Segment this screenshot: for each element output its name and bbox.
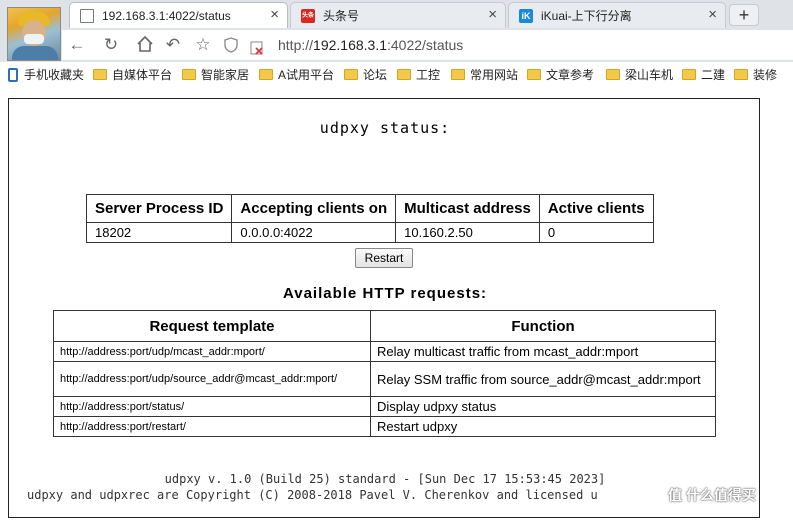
bookmarks-bar: 手机收藏夹 自媒体平台 智能家居 A试用平台 论坛 工控 常用网站 文章参考 梁…	[0, 61, 793, 87]
url-text: http://192.168.3.1:4022/status	[278, 37, 463, 53]
bookmark-label: 手机收藏夹	[24, 68, 85, 82]
restart-button[interactable]: Restart	[355, 248, 413, 268]
template-cell: http://address:port/udp/mcast_addr:mport…	[53, 341, 371, 362]
table-header-row: Request template Function	[53, 310, 716, 342]
tab-title: iKuai-上下行分离	[541, 9, 632, 23]
url-scheme: http://	[278, 37, 314, 53]
tab-ikuai[interactable]: iK iKuai-上下行分离 ×	[508, 2, 726, 28]
function-cell: Display udpxy status	[370, 396, 716, 417]
bookmark-folder[interactable]: A试用平台	[259, 66, 334, 83]
table-header-row: Server Process ID Accepting clients on M…	[85, 194, 654, 223]
watermark: 值 什么值得买	[668, 487, 756, 503]
star-icon[interactable]: ☆	[192, 35, 214, 55]
toutiao-icon: 头条	[301, 8, 315, 23]
shield-icon	[224, 37, 239, 53]
bookmark-folder[interactable]: 文章参考	[527, 66, 594, 83]
url-path: :4022/status	[387, 37, 464, 53]
folder-icon	[451, 69, 465, 80]
bookmark-label: 论坛	[363, 68, 388, 82]
table-row: http://address:port/status/ Display udpx…	[53, 396, 716, 417]
function-cell: Relay SSM traffic from source_addr@mcast…	[370, 361, 716, 397]
header-cell: Multicast address	[395, 194, 540, 223]
folder-icon	[93, 69, 107, 80]
header-cell: Active clients	[538, 194, 654, 223]
back-icon[interactable]: ←	[66, 35, 88, 55]
requests-heading: Available HTTP requests:	[282, 285, 488, 302]
tab-udpxy-status[interactable]: 192.168.3.1:4022/status ×	[69, 2, 288, 28]
bookmark-folder[interactable]: 工控	[397, 66, 440, 83]
bookmark-folder[interactable]: 二建	[682, 66, 725, 83]
bookmark-mobile[interactable]: 手机收藏夹	[8, 66, 84, 83]
header-cell: Request template	[53, 310, 371, 342]
udpxy-status-frame: udpxy status: Server Process ID Acceptin…	[8, 98, 760, 518]
bookmark-label: 二建	[701, 68, 726, 82]
bookmark-label: A试用平台	[278, 68, 335, 82]
avatar-body	[12, 46, 58, 60]
tab-title: 192.168.3.1:4022/status	[102, 8, 231, 23]
template-cell: http://address:port/status/	[53, 396, 371, 417]
folder-icon	[527, 69, 541, 80]
active-clients-cell: 0	[538, 222, 654, 243]
tab-close-icon[interactable]: ×	[708, 7, 717, 23]
folder-icon	[606, 69, 620, 80]
status-table: Server Process ID Accepting clients on M…	[85, 194, 654, 243]
function-cell: Restart udpxy	[370, 416, 716, 437]
function-cell: Relay multicast traffic from mcast_addr:…	[370, 341, 716, 362]
copyright-footer: udpxy and udpxrec are Copyright (C) 2008…	[27, 488, 598, 502]
bookmark-folder[interactable]: 梁山车机	[606, 66, 673, 83]
folder-icon	[259, 69, 273, 80]
header-cell: Server Process ID	[85, 194, 233, 223]
navigation-bar: ← ↻ ↶ ☆ http://192.168.3.1:4022/status	[62, 30, 793, 60]
browser-chrome: 192.168.3.1:4022/status × 头条 头条号 × iK iK…	[0, 0, 793, 87]
multicast-address-cell: 10.160.2.50	[395, 222, 540, 243]
bookmark-label: 工控	[416, 68, 441, 82]
page-icon	[80, 8, 94, 23]
bookmark-label: 装修	[753, 68, 778, 82]
template-cell: http://address:port/restart/	[53, 416, 371, 437]
new-tab-button[interactable]: +	[729, 4, 759, 26]
bookmark-folder[interactable]: 常用网站	[451, 66, 518, 83]
tab-title: 头条号	[323, 9, 360, 23]
bookmark-label: 智能家居	[201, 68, 250, 82]
header-cell: Accepting clients on	[231, 194, 397, 223]
table-row: http://address:port/udp/source_addr@mcas…	[53, 361, 716, 397]
bookmark-folder[interactable]: 装修	[734, 66, 777, 83]
table-row: http://address:port/restart/ Restart udp…	[53, 416, 716, 437]
folder-icon	[182, 69, 196, 80]
bookmark-label: 常用网站	[470, 68, 519, 82]
process-id-cell: 18202	[85, 222, 233, 243]
requests-table: Request template Function http://address…	[53, 310, 716, 437]
version-footer: udpxy v. 1.0 (Build 25) standard - [Sun …	[164, 472, 606, 486]
ikuai-icon: iK	[519, 8, 533, 23]
bookmark-label: 文章参考	[546, 68, 595, 82]
bookmark-folder[interactable]: 智能家居	[182, 66, 249, 83]
user-avatar[interactable]	[7, 7, 61, 61]
tab-close-icon[interactable]: ×	[270, 7, 279, 23]
bookmark-label: 梁山车机	[625, 68, 674, 82]
url-host: 192.168.3.1	[313, 37, 387, 53]
reload-icon[interactable]: ↻	[100, 35, 122, 55]
insecure-icon[interactable]	[250, 38, 264, 55]
phone-icon	[8, 67, 18, 82]
bookmark-folder[interactable]: 自媒体平台	[93, 66, 172, 83]
folder-icon	[397, 69, 411, 80]
header-cell: Function	[370, 310, 716, 342]
accepting-clients-cell: 0.0.0.0:4022	[231, 222, 397, 243]
tab-toutiao[interactable]: 头条 头条号 ×	[290, 2, 506, 28]
template-cell: http://address:port/udp/source_addr@mcas…	[53, 361, 371, 397]
avatar-mask	[24, 34, 44, 44]
page-title: udpxy status:	[319, 119, 451, 137]
bookmark-folder[interactable]: 论坛	[344, 66, 387, 83]
tab-close-icon[interactable]: ×	[488, 7, 497, 23]
folder-icon	[734, 69, 748, 80]
table-row: 18202 0.0.0.0:4022 10.160.2.50 0	[85, 222, 654, 243]
bookmark-label: 自媒体平台	[112, 68, 173, 82]
address-bar[interactable]: http://192.168.3.1:4022/status	[220, 33, 786, 57]
home-icon[interactable]	[134, 35, 156, 55]
undo-icon[interactable]: ↶	[162, 35, 184, 55]
page-content: udpxy status: Server Process ID Acceptin…	[0, 87, 793, 526]
table-row: http://address:port/udp/mcast_addr:mport…	[53, 341, 716, 362]
folder-icon	[344, 69, 358, 80]
folder-icon	[682, 69, 696, 80]
